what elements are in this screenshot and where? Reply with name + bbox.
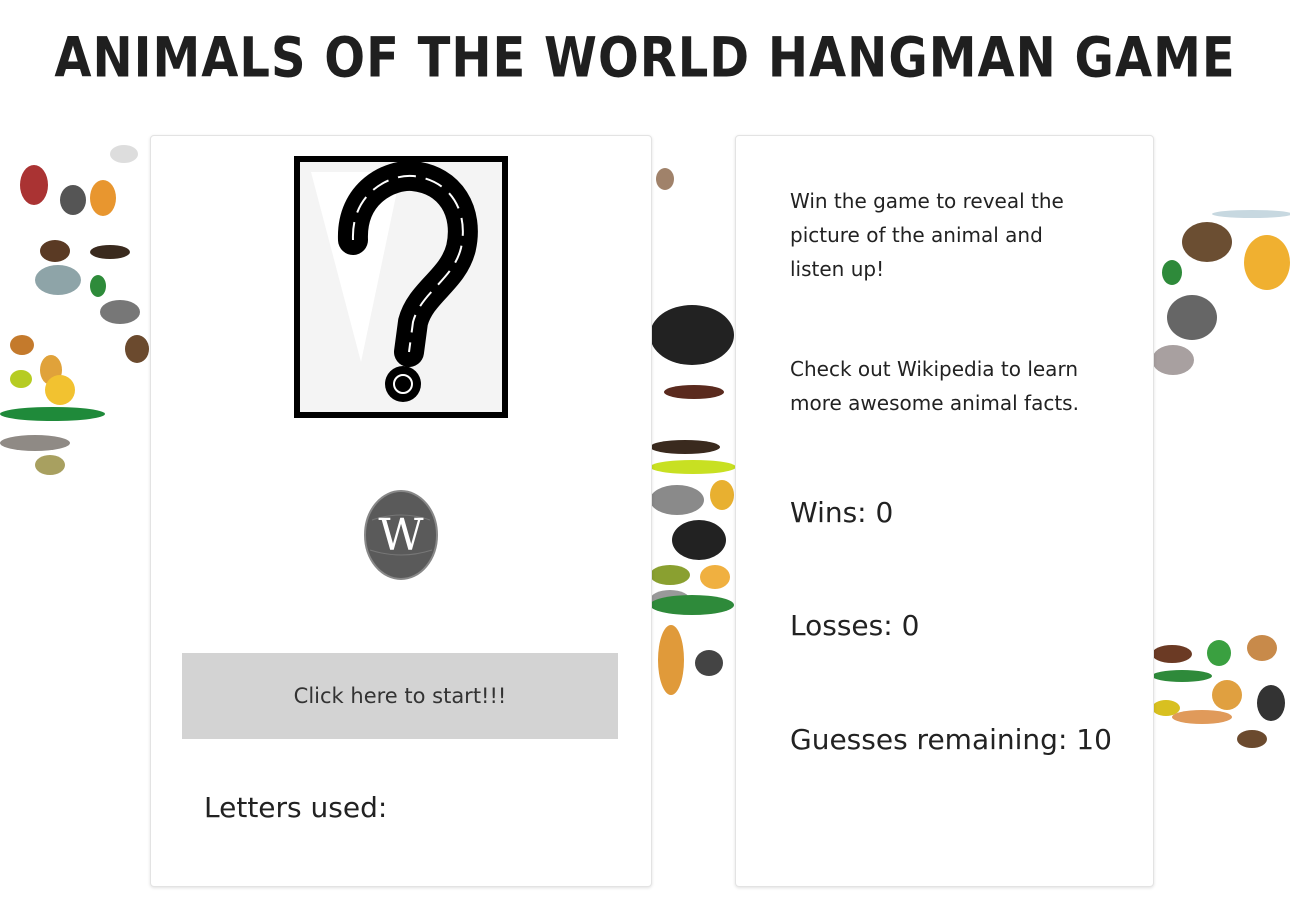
wins-value: 0 [875, 496, 894, 529]
losses-value: 0 [901, 609, 920, 642]
game-card: W Click here to start!!! Letters used: [150, 135, 652, 887]
animal-pattern-right-bottom [1152, 575, 1290, 785]
svg-text:W: W [378, 510, 424, 561]
animal-pattern-left [0, 105, 152, 520]
guesses-label: Guesses remaining: [790, 723, 1068, 756]
guesses-remaining-counter: Guesses remaining: 10 [790, 723, 1112, 756]
wins-counter: Wins: 0 [790, 496, 893, 529]
reveal-instructions: Win the game to reveal the picture of th… [790, 189, 1064, 281]
mystery-animal-image [294, 156, 508, 418]
info-card: Win the game to reveal the picture of th… [735, 135, 1154, 887]
guesses-value: 10 [1076, 723, 1112, 756]
losses-label: Losses: [790, 609, 893, 642]
wikipedia-hint: Check out Wikipedia to learn more awesom… [790, 357, 1079, 415]
start-button[interactable]: Click here to start!!! [182, 653, 618, 739]
question-mark-icon [311, 160, 478, 402]
animal-pattern-middle [650, 150, 736, 720]
wins-label: Wins: [790, 496, 867, 529]
page-title: Animals of the World Hangman Game [54, 25, 1236, 91]
losses-counter: Losses: 0 [790, 609, 919, 642]
animal-pattern-right-top [1152, 200, 1290, 400]
wikipedia-icon[interactable]: W [364, 490, 438, 580]
letters-used-label: Letters used: [204, 791, 388, 824]
